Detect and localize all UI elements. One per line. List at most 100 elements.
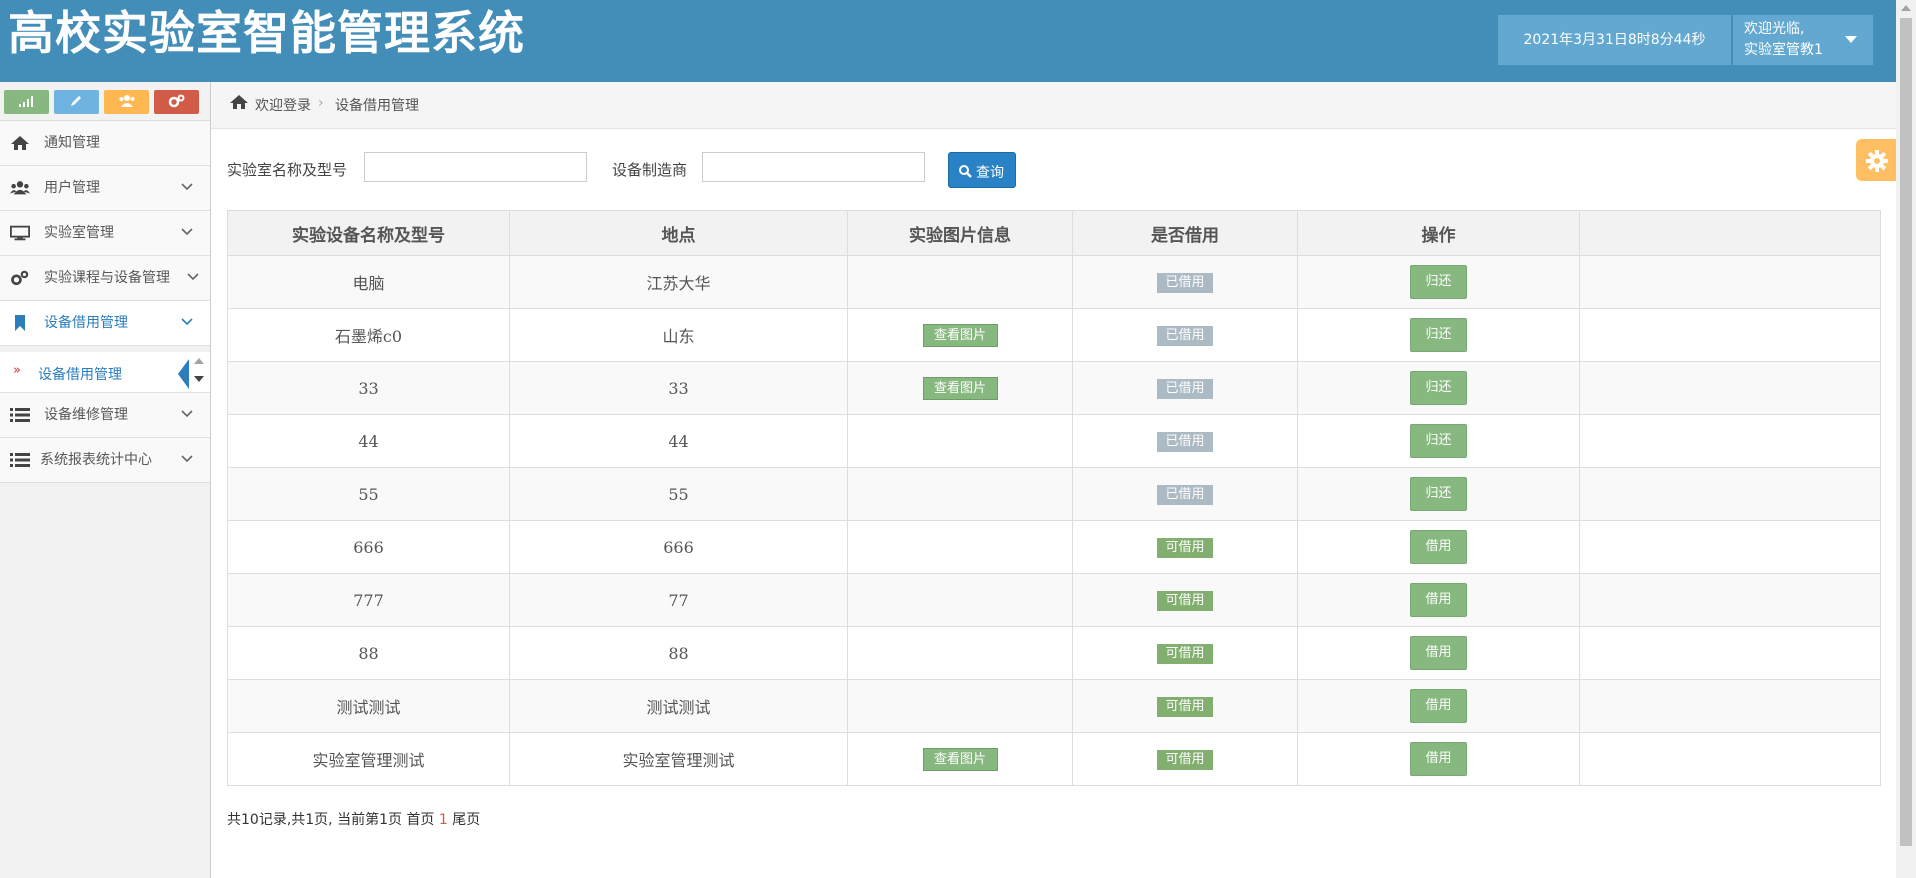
sidebar-item-label: 系统报表统计中心 [40,452,152,468]
return-button[interactable]: 归还 [1410,477,1467,511]
pager-summary: 共10记录,共1页, 当前第1页 [227,812,402,828]
cell-place: 77 [509,573,848,627]
cell-name: 88 [227,626,510,680]
return-button[interactable]: 归还 [1410,424,1467,458]
cell-place: 88 [509,626,848,680]
borrow-button[interactable]: 借用 [1410,530,1467,564]
sidebar-item-label: 用户管理 [44,180,100,196]
sidebar-item-borrow[interactable]: 设备借用管理 [0,301,210,346]
pager-first-link[interactable]: 首页 [406,812,434,828]
pager-last-link[interactable]: 尾页 [452,812,480,828]
sidebar-item-notice[interactable]: 通知管理 [0,121,210,166]
sidebar-item-courses[interactable]: 实验课程与设备管理 [0,256,210,301]
cell-action: 借用 [1297,520,1580,574]
users-icon [10,181,30,195]
cell-name: 44 [227,414,510,468]
borrow-button[interactable]: 借用 [1410,636,1467,670]
cell-place: 山东 [509,308,848,362]
cell-name: 电脑 [227,255,510,309]
col-header-name: 实验设备名称及型号 [227,210,510,256]
sidebar-scrollbar[interactable] [190,352,208,392]
cell-name: 33 [227,361,510,415]
user-name: 实验室管教1 [1744,42,1823,58]
chevron-down-icon [181,410,193,418]
cell-action: 归还 [1297,308,1580,362]
sidebar-item-labs[interactable]: 实验室管理 [0,211,210,256]
user-menu[interactable]: 欢迎光临, 实验室管教1 [1733,15,1873,65]
maker-input[interactable] [702,152,925,182]
settings-float-button[interactable] [1856,139,1896,181]
borrow-button[interactable]: 借用 [1410,689,1467,723]
scroll-down-icon[interactable] [194,376,204,382]
col-header-place: 地点 [509,210,848,256]
cogs-icon [11,270,29,286]
chevron-down-icon [181,455,193,463]
cell-name: 石墨烯c0 [227,308,510,362]
cell-place: 666 [509,520,848,574]
sidebar-item-repair[interactable]: 设备维修管理 [0,393,210,438]
sidebar-item-users[interactable]: 用户管理 [0,166,210,211]
cell-place: 江苏大华 [509,255,848,309]
cell-pic [847,626,1073,680]
cell-place: 55 [509,467,848,521]
shortcut-users-button[interactable] [104,90,149,114]
view-image-button[interactable]: 查看图片 [922,376,998,400]
cell-empty [1579,255,1881,309]
signal-icon [19,96,33,107]
cell-action: 归还 [1297,467,1580,521]
cell-action: 借用 [1297,573,1580,627]
equipment-table: 实验设备名称及型号 地点 实验图片信息 是否借用 操作 电脑 江苏大华 已借用 归还石… [227,210,1881,786]
cell-action: 借用 [1297,679,1580,733]
view-image-button[interactable]: 查看图片 [922,323,998,347]
scroll-up-icon[interactable] [194,358,204,364]
return-button[interactable]: 归还 [1410,265,1467,299]
gear-icon [1866,150,1888,172]
return-button[interactable]: 归还 [1410,371,1467,405]
window-scrollbar[interactable] [1896,0,1916,878]
cell-name: 55 [227,467,510,521]
scrollbar-thumb[interactable] [1900,18,1912,846]
cell-name: 实验室管理测试 [227,732,510,786]
cell-empty [1579,308,1881,362]
query-button-label: 查询 [976,165,1004,181]
datetime-display: 2021年3月31日8时8分44秒 [1498,15,1731,65]
cell-status: 已借用 [1072,467,1298,521]
pager-current-page[interactable]: 1 [439,812,448,828]
cell-status: 已借用 [1072,414,1298,468]
top-header: 高校实验室智能管理系统 2021年3月31日8时8分44秒 欢迎光临, 实验室管… [0,0,1896,82]
breadcrumb-home-link[interactable]: 欢迎登录 [255,95,311,115]
app-title: 高校实验室智能管理系统 [8,6,525,60]
table-row: 电脑 江苏大华 已借用 归还 [227,255,1881,309]
sidebar-item-label: 实验课程与设备管理 [44,270,170,286]
submenu-item-borrow[interactable]: » 设备借用管理 [0,352,210,393]
cell-pic: 查看图片 [847,361,1073,415]
bookmark-icon [15,315,25,331]
cell-status: 可借用 [1072,520,1298,574]
home-icon[interactable] [229,94,249,110]
name-input[interactable] [364,152,587,182]
query-button[interactable]: 查询 [948,152,1016,188]
shortcut-settings-button[interactable] [154,90,199,114]
view-image-button[interactable]: 查看图片 [922,747,998,771]
shortcut-signal-button[interactable] [4,90,49,114]
return-button[interactable]: 归还 [1410,318,1467,352]
sidebar-item-reports[interactable]: 系统报表统计中心 [0,438,210,483]
table-row: 777 77 可借用 借用 [227,573,1881,627]
name-label: 实验室名称及型号 [227,161,348,179]
scroll-up-icon[interactable] [1901,5,1911,11]
shortcut-edit-button[interactable] [54,90,99,114]
cell-action: 借用 [1297,626,1580,680]
status-badge: 已借用 [1157,326,1213,346]
pagination: 共10记录,共1页, 当前第1页 首页 1 尾页 [227,809,480,829]
cell-status: 可借用 [1072,732,1298,786]
cell-action: 归还 [1297,255,1580,309]
col-header-empty [1579,210,1881,256]
caret-down-icon[interactable] [1845,36,1857,43]
cell-action: 借用 [1297,732,1580,786]
pencil-icon [71,96,81,106]
borrow-button[interactable]: 借用 [1410,742,1467,776]
col-header-status: 是否借用 [1072,210,1298,256]
table-row: 44 44 已借用 归还 [227,414,1881,468]
cell-name: 测试测试 [227,679,510,733]
borrow-button[interactable]: 借用 [1410,583,1467,617]
